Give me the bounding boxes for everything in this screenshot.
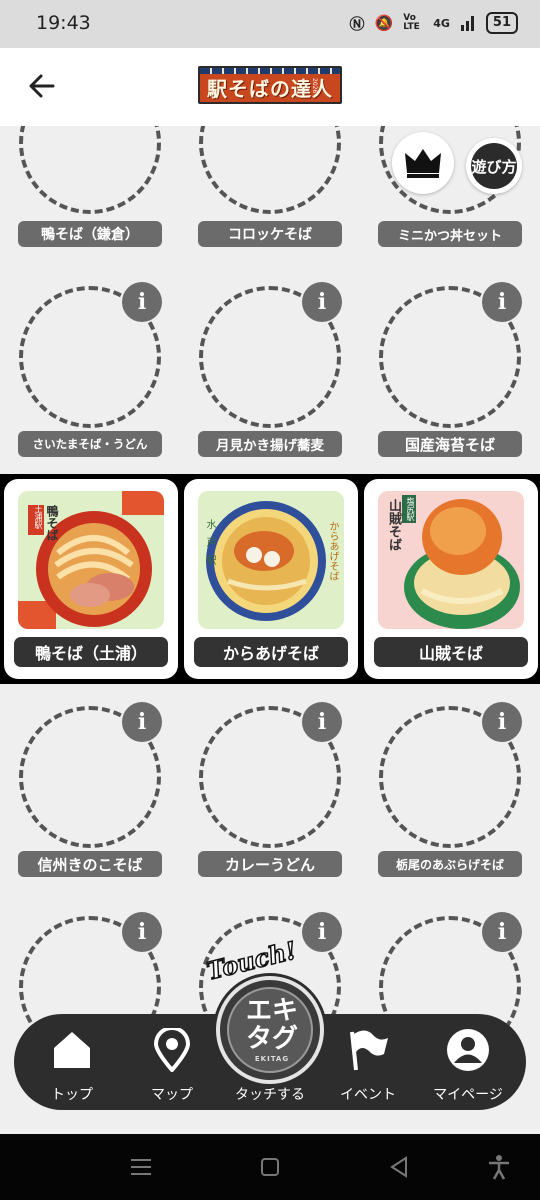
nav-home[interactable]: トップ: [22, 1014, 122, 1110]
dish-title: 山賊そば: [386, 499, 401, 551]
logo-year: 2026: [311, 78, 318, 94]
nav-map-label: マップ: [151, 1087, 193, 1103]
grid-cell[interactable]: i さいたまそば・うどん: [0, 276, 180, 466]
item-label: ミニかつ丼セット: [378, 221, 522, 247]
arrow-left-icon: [29, 74, 55, 98]
back-button[interactable]: [24, 68, 60, 104]
ekitag-icon: エキ タグ EKITAG: [227, 987, 313, 1073]
info-icon[interactable]: i: [122, 912, 162, 952]
home-icon: [54, 1032, 90, 1068]
back-nav-icon[interactable]: [386, 1154, 412, 1180]
grid-cell[interactable]: 鴨そば（鎌倉）: [0, 126, 180, 252]
signal-icon: [460, 16, 474, 31]
status-icons: Ⓝ 🔕 Vo LTE 4G 51: [350, 12, 518, 34]
nav-event[interactable]: イベント: [318, 1014, 418, 1110]
collected-row: 土浦駅 鴨そば 鴨そば（土浦） 水戸駅 からあげそば からあげそば 塩尻駅 山賊…: [0, 474, 540, 684]
info-icon[interactable]: i: [482, 282, 522, 322]
info-icon[interactable]: i: [482, 912, 522, 952]
nav-event-label: イベント: [340, 1087, 396, 1103]
item-label: 鴨そば（鎌倉）: [18, 221, 162, 247]
grid-cell[interactable]: コロッケそば: [180, 126, 360, 252]
nfc-icon: Ⓝ: [349, 14, 365, 33]
item-label: 月見かき揚げ蕎麦: [198, 431, 342, 457]
dish-illustration: 水戸駅 からあげそば: [198, 491, 344, 629]
nav-mypage[interactable]: マイページ: [418, 1014, 518, 1110]
map-pin-icon: [153, 1028, 191, 1072]
home-nav-icon[interactable]: [257, 1154, 283, 1180]
info-icon[interactable]: i: [482, 702, 522, 742]
dish-title: からあげそば: [327, 521, 338, 581]
app-logo: 駅そばの達人 2026: [198, 66, 342, 104]
station-tag: 土浦駅: [34, 505, 43, 529]
recents-icon[interactable]: [128, 1154, 154, 1180]
station-tag: 水戸駅: [204, 519, 215, 573]
grid-cell[interactable]: i 国産海苔そば: [360, 276, 540, 466]
nav-mypage-label: マイページ: [433, 1087, 503, 1103]
placeholder-ring: [19, 126, 161, 214]
info-icon[interactable]: i: [302, 282, 342, 322]
placeholder-ring: [199, 126, 341, 214]
item-label: さいたまそば・うどん: [18, 431, 162, 457]
info-icon[interactable]: i: [302, 702, 342, 742]
app-header: 駅そばの達人 2026: [0, 48, 540, 126]
station-tag: 塩尻駅: [402, 495, 416, 523]
grid-cell[interactable]: i カレーうどん: [180, 696, 360, 886]
user-icon: [447, 1029, 489, 1071]
crown-icon: [405, 149, 441, 178]
item-label: 信州きのこそば: [18, 851, 162, 877]
info-icon[interactable]: i: [122, 702, 162, 742]
nav-home-label: トップ: [51, 1087, 93, 1103]
grid-cell[interactable]: i 栃尾のあぶらげそば: [360, 696, 540, 886]
collected-card[interactable]: 塩尻駅 山賊そば 山賊そば: [364, 479, 538, 679]
info-icon[interactable]: i: [122, 282, 162, 322]
item-label: カレーうどん: [198, 851, 342, 877]
network-icon: 4G: [433, 16, 450, 30]
grid-cell[interactable]: i 月見かき揚げ蕎麦: [180, 276, 360, 466]
collected-card[interactable]: 土浦駅 鴨そば 鴨そば（土浦）: [4, 479, 178, 679]
system-nav-bar: [0, 1134, 540, 1200]
ranking-button[interactable]: [392, 132, 454, 194]
status-time: 19:43: [36, 12, 91, 34]
item-label: 山賊そば: [374, 637, 528, 667]
flag-icon: [350, 1030, 388, 1071]
item-label: 鴨そば（土浦）: [14, 637, 168, 667]
dish-illustration: 塩尻駅 山賊そば: [378, 491, 524, 629]
item-label: からあげそば: [194, 637, 348, 667]
status-bar: 19:43 Ⓝ 🔕 Vo LTE 4G 51: [0, 0, 540, 48]
item-label: コロッケそば: [198, 221, 342, 247]
dish-title: 鴨そば: [45, 505, 59, 541]
info-icon[interactable]: i: [302, 912, 342, 952]
accessibility-icon[interactable]: [486, 1154, 512, 1180]
dish-illustration: 土浦駅 鴨そば: [18, 491, 164, 629]
touch-button[interactable]: エキ タグ EKITAG: [216, 976, 324, 1084]
volte-icon: Vo LTE: [403, 13, 420, 32]
item-label: 国産海苔そば: [378, 431, 522, 457]
nav-touch-label: タッチする: [235, 1087, 305, 1103]
how-to-play-icon: 遊び方: [471, 143, 517, 189]
item-label: 栃尾のあぶらげそば: [378, 851, 522, 877]
battery-icon: 51: [485, 12, 518, 34]
ekitag-sub: EKITAG: [254, 1055, 290, 1063]
collected-card[interactable]: 水戸駅 からあげそば からあげそば: [184, 479, 358, 679]
grid-cell[interactable]: i 信州きのこそば: [0, 696, 180, 886]
nav-map[interactable]: マップ: [122, 1014, 222, 1110]
how-to-play-button[interactable]: 遊び方: [466, 138, 522, 194]
mute-icon: 🔕: [374, 14, 394, 32]
ekitag-kana: エキ タグ: [245, 996, 298, 1054]
